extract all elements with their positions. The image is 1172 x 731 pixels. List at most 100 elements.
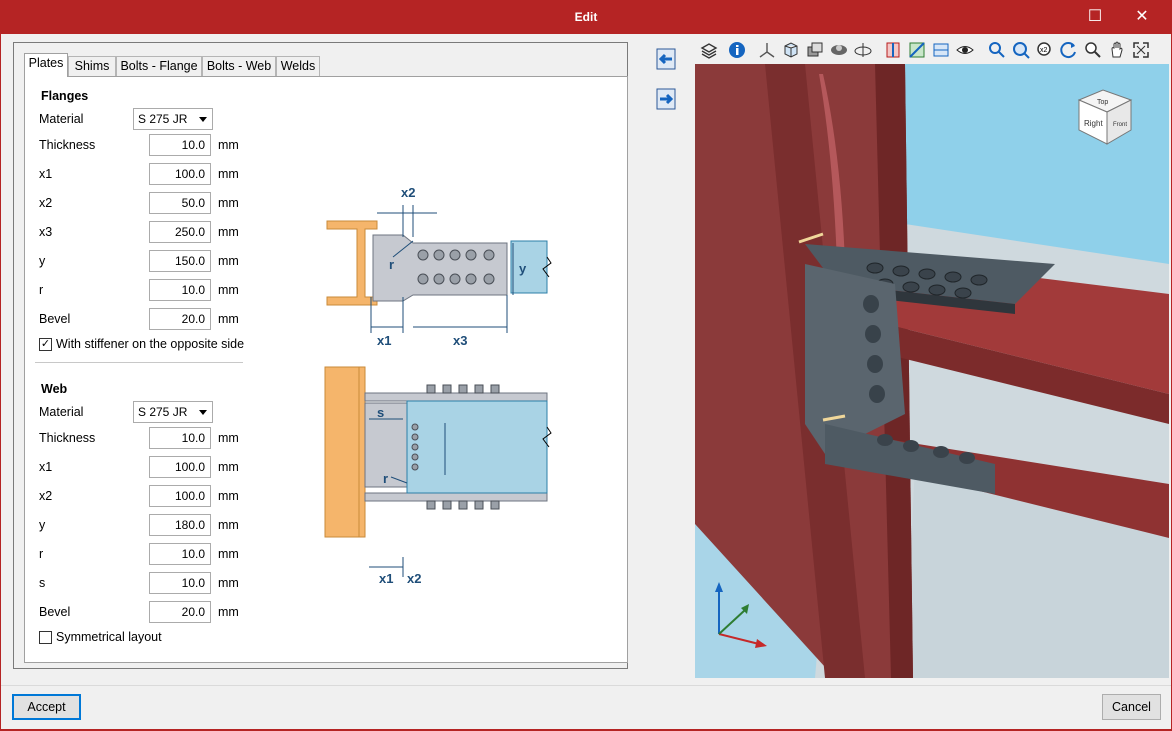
view-render-icon[interactable]: [829, 40, 849, 60]
section-icon[interactable]: [883, 40, 903, 60]
flanges-x3-field[interactable]: 250.0: [149, 221, 211, 243]
pan-hand-icon[interactable]: [1107, 40, 1127, 60]
layers-icon[interactable]: [699, 40, 719, 60]
arrow-left-icon: [656, 48, 676, 70]
flanges-y-label: y: [39, 254, 46, 268]
dim-top-x1: x1: [377, 333, 391, 348]
close-button[interactable]: ✕: [1131, 6, 1153, 28]
section-divider: [35, 362, 243, 363]
viewcube-side-label: Front: [1113, 122, 1127, 128]
flanges-r-label: r: [39, 283, 44, 297]
zoom-window-icon[interactable]: [987, 40, 1007, 60]
zoom-icon[interactable]: [1083, 40, 1103, 60]
arrow-right-icon: [656, 88, 676, 110]
flanges-material-value: S 275 JR: [138, 112, 188, 126]
plane-icon[interactable]: [907, 40, 927, 60]
viewcube[interactable]: Top Right Front: [1075, 86, 1137, 148]
flanges-r-field[interactable]: 10.0: [149, 279, 211, 301]
3d-model: [695, 64, 1169, 678]
unit-label: mm: [218, 576, 239, 590]
visibility-icon[interactable]: [955, 40, 975, 60]
flanges-thickness-field[interactable]: 10.0: [149, 134, 211, 156]
window-title: Edit: [574, 10, 598, 24]
dim-bot-s: s: [377, 405, 384, 420]
connection-drawing: x2 r y x1 x3 s r x1 x2: [324, 185, 552, 586]
dim-top-x2: x2: [401, 185, 415, 200]
flanges-x1-label: x1: [39, 167, 53, 181]
maximize-button[interactable]: ☐: [1084, 6, 1106, 28]
flanges-bevel-field[interactable]: 20.0: [149, 308, 211, 330]
stiffener-checkbox[interactable]: ✓: [39, 338, 52, 351]
plates-diagram: x2 r y x1 x3 s r x1 x2: [251, 87, 621, 647]
orbit-icon[interactable]: [853, 40, 873, 60]
zoom-factor-icon[interactable]: x2: [1035, 40, 1055, 60]
web-s-field[interactable]: 10.0: [149, 572, 211, 594]
3d-viewer[interactable]: x2 Top Right Front: [695, 34, 1169, 679]
unit-label: mm: [218, 225, 239, 239]
title-bar: Edit ☐ ✕: [0, 0, 1172, 34]
symmetrical-checkbox[interactable]: [39, 631, 52, 644]
web-y-field[interactable]: 180.0: [149, 514, 211, 536]
chevron-down-icon: [199, 410, 207, 415]
stiffener-label: With stiffener on the opposite side: [56, 337, 245, 351]
tab-shims[interactable]: Shims: [68, 56, 116, 77]
web-r-label: r: [39, 547, 44, 561]
fullscreen-icon[interactable]: [1131, 40, 1151, 60]
tab-welds[interactable]: Welds: [276, 56, 320, 77]
dim-bot-r: r: [383, 471, 388, 486]
flanges-y-field[interactable]: 150.0: [149, 250, 211, 272]
unit-label: mm: [218, 196, 239, 210]
view-shaded-icon[interactable]: [805, 40, 825, 60]
unit-label: mm: [218, 167, 239, 181]
symmetrical-label: Symmetrical layout: [56, 630, 162, 644]
web-x1-field[interactable]: 100.0: [149, 456, 211, 478]
plates-tab-page: Flanges Material S 275 JR Thickness 10.0…: [24, 76, 628, 663]
flanges-x2-field[interactable]: 50.0: [149, 192, 211, 214]
svg-text:x2: x2: [1040, 47, 1048, 54]
web-x2-field[interactable]: 100.0: [149, 485, 211, 507]
viewcube-front-label: Right: [1084, 119, 1103, 128]
flanges-x1-field[interactable]: 100.0: [149, 163, 211, 185]
tab-plates[interactable]: Plates: [24, 53, 68, 77]
axes-icon[interactable]: [757, 40, 777, 60]
flanges-material-label: Material: [39, 112, 84, 126]
refresh-icon[interactable]: [1059, 40, 1079, 60]
tab-bolts-web[interactable]: Bolts - Web: [202, 56, 276, 77]
export-button[interactable]: [653, 86, 679, 112]
web-material-value: S 275 JR: [138, 405, 188, 419]
dim-top-r: r: [389, 257, 394, 272]
viewcube-top-label: Top: [1097, 99, 1108, 106]
web-bevel-field[interactable]: 20.0: [149, 601, 211, 623]
properties-panel: Plates Shims Bolts - Flange Bolts - Web …: [13, 42, 628, 669]
grid-icon[interactable]: [931, 40, 951, 60]
accept-button[interactable]: Accept: [12, 694, 81, 720]
flanges-thickness-label: Thickness: [39, 138, 96, 152]
chevron-down-icon: [199, 117, 207, 122]
flanges-material-select[interactable]: S 275 JR: [133, 108, 213, 130]
dim-top-y: y: [519, 261, 527, 276]
web-x1-label: x1: [39, 460, 53, 474]
unit-label: mm: [218, 605, 239, 619]
dim-bot-x2: x2: [407, 571, 421, 586]
web-bevel-label: Bevel: [39, 605, 71, 619]
unit-label: mm: [218, 489, 239, 503]
3d-scene[interactable]: Top Right Front: [695, 64, 1169, 678]
view-box-icon[interactable]: [781, 40, 801, 60]
zoom-all-icon[interactable]: [1011, 40, 1031, 60]
web-thickness-field[interactable]: 10.0: [149, 427, 211, 449]
web-y-label: y: [39, 518, 46, 532]
dim-top-x3: x3: [453, 333, 467, 348]
web-material-select[interactable]: S 275 JR: [133, 401, 213, 423]
unit-label: mm: [218, 431, 239, 445]
import-button[interactable]: [653, 46, 679, 72]
cancel-button[interactable]: Cancel: [1102, 694, 1161, 720]
web-r-field[interactable]: 10.0: [149, 543, 211, 565]
unit-label: mm: [218, 254, 239, 268]
flanges-heading: Flanges: [41, 89, 89, 103]
info-icon[interactable]: [727, 40, 747, 60]
tab-bolts-flange[interactable]: Bolts - Flange: [116, 56, 202, 77]
unit-label: mm: [218, 547, 239, 561]
unit-label: mm: [218, 518, 239, 532]
web-thickness-label: Thickness: [39, 431, 96, 445]
unit-label: mm: [218, 460, 239, 474]
